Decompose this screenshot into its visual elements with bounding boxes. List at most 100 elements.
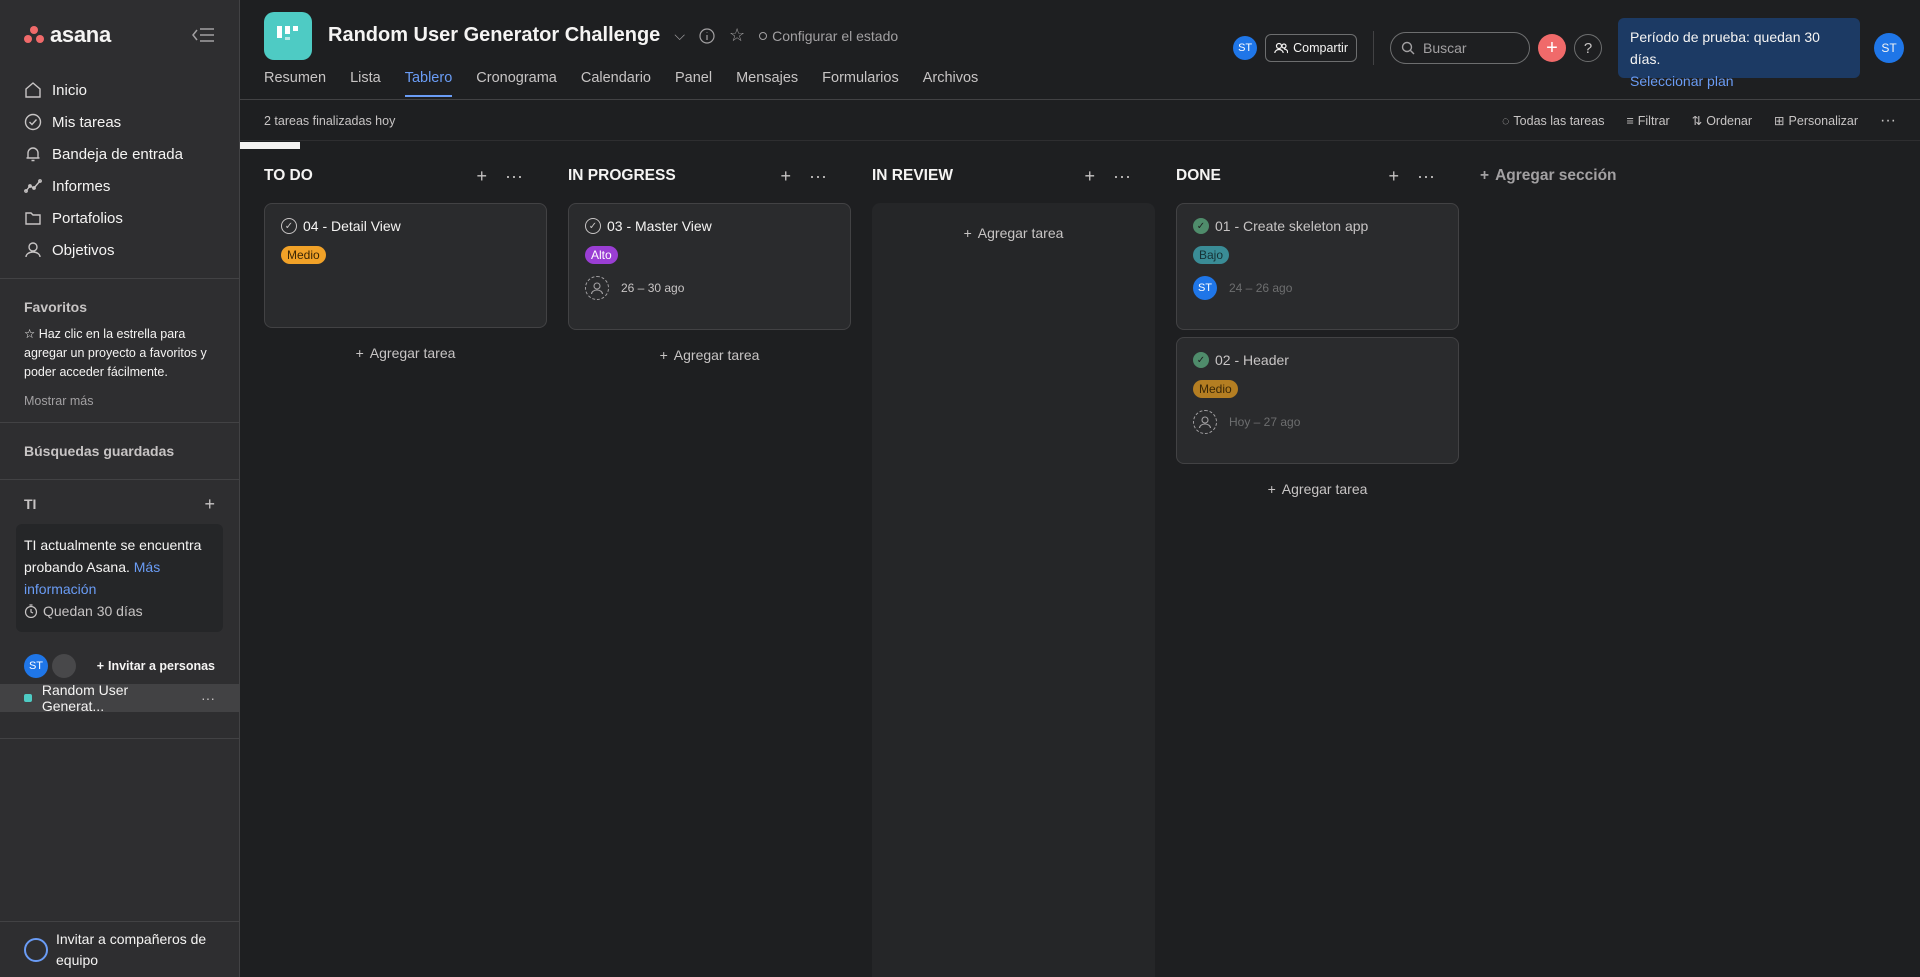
assignee-avatar[interactable]: ST (1193, 276, 1217, 300)
task-card[interactable]: ✓ 01 - Create skeleton app Bajo ST 24 – … (1176, 203, 1459, 330)
tab-archivos[interactable]: Archivos (923, 70, 979, 97)
user-avatar[interactable]: ST (1874, 33, 1904, 63)
card-meta: 26 – 30 ago (585, 276, 834, 300)
column-title: DONE (1176, 167, 1221, 184)
invite-people-button[interactable]: + Invitar a personas (97, 659, 215, 673)
column-header[interactable]: IN PROGRESS + ··· (544, 149, 827, 203)
nav-item-bandeja[interactable]: Bandeja de entrada (0, 138, 239, 170)
card-title-row: ✓ 01 - Create skeleton app (1193, 218, 1442, 234)
favorites-hint-text: Haz clic en la estrella para agregar un … (24, 327, 207, 379)
column-header[interactable]: TO DO + ··· (240, 149, 523, 203)
task-card[interactable]: ✓ 02 - Header Medio Hoy – 27 ago (1176, 337, 1459, 464)
nav-label: Portafolios (52, 209, 123, 227)
add-task-button[interactable]: + Agregar tarea (264, 328, 547, 378)
complete-checkbox-icon[interactable]: ✓ (281, 218, 297, 234)
tab-tablero[interactable]: Tablero (404, 70, 453, 97)
select-plan-link[interactable]: Seleccionar plan (1630, 70, 1848, 92)
nav-label: Bandeja de entrada (52, 145, 183, 163)
tab-lista[interactable]: Lista (350, 70, 381, 97)
tab-formularios[interactable]: Formularios (822, 70, 899, 97)
card-title-row: ✓ 02 - Header (1193, 352, 1442, 368)
project-icon[interactable] (264, 12, 312, 60)
show-more-link[interactable]: Mostrar más (0, 382, 239, 408)
member-avatar[interactable]: ST (1233, 36, 1258, 60)
trial-banner-title: Período de prueba: quedan 30 días. (1630, 29, 1820, 67)
nav-item-informes[interactable]: Informes (0, 170, 239, 202)
check-circle-icon (24, 113, 42, 131)
more-options-icon[interactable]: ··· (809, 166, 827, 187)
avatar-placeholder[interactable] (52, 654, 76, 678)
page-title[interactable]: Random User Generator Challenge (328, 24, 660, 47)
column-header[interactable]: DONE + ··· (1152, 149, 1435, 203)
assignee-placeholder-icon[interactable] (585, 276, 609, 300)
tab-panel[interactable]: Panel (675, 70, 712, 97)
tab-cronograma[interactable]: Cronograma (476, 70, 557, 97)
add-task-icon[interactable]: + (1389, 166, 1400, 187)
logo-text: asana (50, 22, 111, 47)
add-task-button[interactable]: + Agregar tarea (872, 203, 1155, 263)
share-button[interactable]: Compartir (1265, 34, 1357, 62)
invite-team-button[interactable]: Invitar a compañeros de equipo (0, 921, 240, 977)
create-button[interactable]: + (1538, 34, 1566, 62)
trial-days-text: Quedan 30 días (43, 603, 143, 619)
star-icon[interactable]: ☆ (729, 25, 745, 46)
assignee-placeholder-icon[interactable] (1193, 410, 1217, 434)
due-dates[interactable]: 24 – 26 ago (1229, 281, 1292, 295)
plus-icon: + (96, 659, 104, 673)
collapse-sidebar-icon[interactable] (191, 26, 215, 44)
nav-item-mis-tareas[interactable]: Mis tareas (0, 106, 239, 138)
more-options-icon[interactable]: ··· (505, 166, 523, 187)
share-label: Compartir (1293, 41, 1348, 55)
more-options-icon[interactable]: ··· (1113, 166, 1131, 187)
nav-item-portafolios[interactable]: Portafolios (0, 202, 239, 234)
nav-item-objetivos[interactable]: Objetivos (0, 234, 239, 266)
board-column-done: DONE + ··· ✓ 01 - Create skeleton app Baj… (1152, 149, 1459, 514)
priority-tag: Bajo (1193, 246, 1230, 264)
more-options-icon[interactable]: ··· (1417, 166, 1435, 187)
filter-button[interactable]: ≡ Filtrar (1626, 114, 1669, 128)
completed-checkbox-icon[interactable]: ✓ (1193, 352, 1209, 368)
column-header[interactable]: IN REVIEW + ··· (848, 149, 1131, 203)
add-task-icon[interactable]: + (781, 166, 792, 187)
more-options-icon[interactable]: ··· (1880, 112, 1896, 130)
saved-searches-title[interactable]: Búsquedas guardadas (0, 443, 239, 459)
add-team-icon[interactable]: + (204, 494, 215, 515)
nav-item-inicio[interactable]: Inicio (0, 74, 239, 106)
sort-button[interactable]: ⇅ Ordenar (1692, 113, 1752, 129)
set-status-button[interactable]: Configurar el estado (759, 28, 898, 44)
customize-label: Personalizar (1788, 113, 1859, 128)
task-card[interactable]: ✓ 04 - Detail View Medio (264, 203, 547, 328)
sidebar: asana Inicio Mis tareas Bandeja de entra… (0, 0, 240, 977)
help-button[interactable]: ? (1574, 34, 1602, 62)
due-dates[interactable]: 26 – 30 ago (621, 281, 684, 295)
customize-button[interactable]: ⊞ Personalizar (1774, 113, 1859, 129)
project-color-dot (24, 694, 32, 702)
tab-calendario[interactable]: Calendario (581, 70, 651, 97)
asana-logo[interactable]: asana (24, 22, 111, 48)
due-dates[interactable]: Hoy – 27 ago (1229, 415, 1300, 429)
avatar[interactable]: ST (24, 654, 48, 678)
add-section-button[interactable]: + Agregar sección (1480, 149, 1617, 203)
info-icon[interactable] (699, 27, 715, 44)
add-task-icon[interactable]: + (477, 166, 488, 187)
sidebar-item-project[interactable]: Random User Generat... ··· (0, 682, 239, 714)
search-input[interactable]: Buscar (1390, 32, 1530, 64)
more-options-icon[interactable]: ··· (201, 690, 215, 706)
add-task-button[interactable]: + Agregar tarea (1176, 464, 1459, 514)
team-trial-box: TI actualmente se encuentra probando Asa… (16, 524, 223, 632)
completed-checkbox-icon[interactable]: ✓ (1193, 218, 1209, 234)
complete-checkbox-icon[interactable]: ✓ (585, 218, 601, 234)
task-card[interactable]: ✓ 03 - Master View Alto 26 – 30 ago (568, 203, 851, 330)
chevron-down-icon[interactable]: ⌵ (674, 27, 685, 44)
favorites-title[interactable]: Favoritos (0, 299, 239, 315)
add-task-icon[interactable]: + (1085, 166, 1096, 187)
add-task-button[interactable]: + Agregar tarea (568, 330, 851, 380)
team-header[interactable]: TI + (0, 492, 239, 516)
project-name: Random User Generat... (41, 682, 129, 714)
nav-label: Objetivos (52, 241, 115, 259)
tab-mensajes[interactable]: Mensajes (736, 70, 798, 97)
tab-resumen[interactable]: Resumen (264, 70, 326, 97)
trial-text: TI actualmente se encuentra probando Asa… (24, 537, 202, 575)
all-tasks-button[interactable]: ◌ Todas las tareas (1502, 114, 1604, 128)
trial-banner[interactable]: Período de prueba: quedan 30 días. Selec… (1618, 18, 1860, 89)
